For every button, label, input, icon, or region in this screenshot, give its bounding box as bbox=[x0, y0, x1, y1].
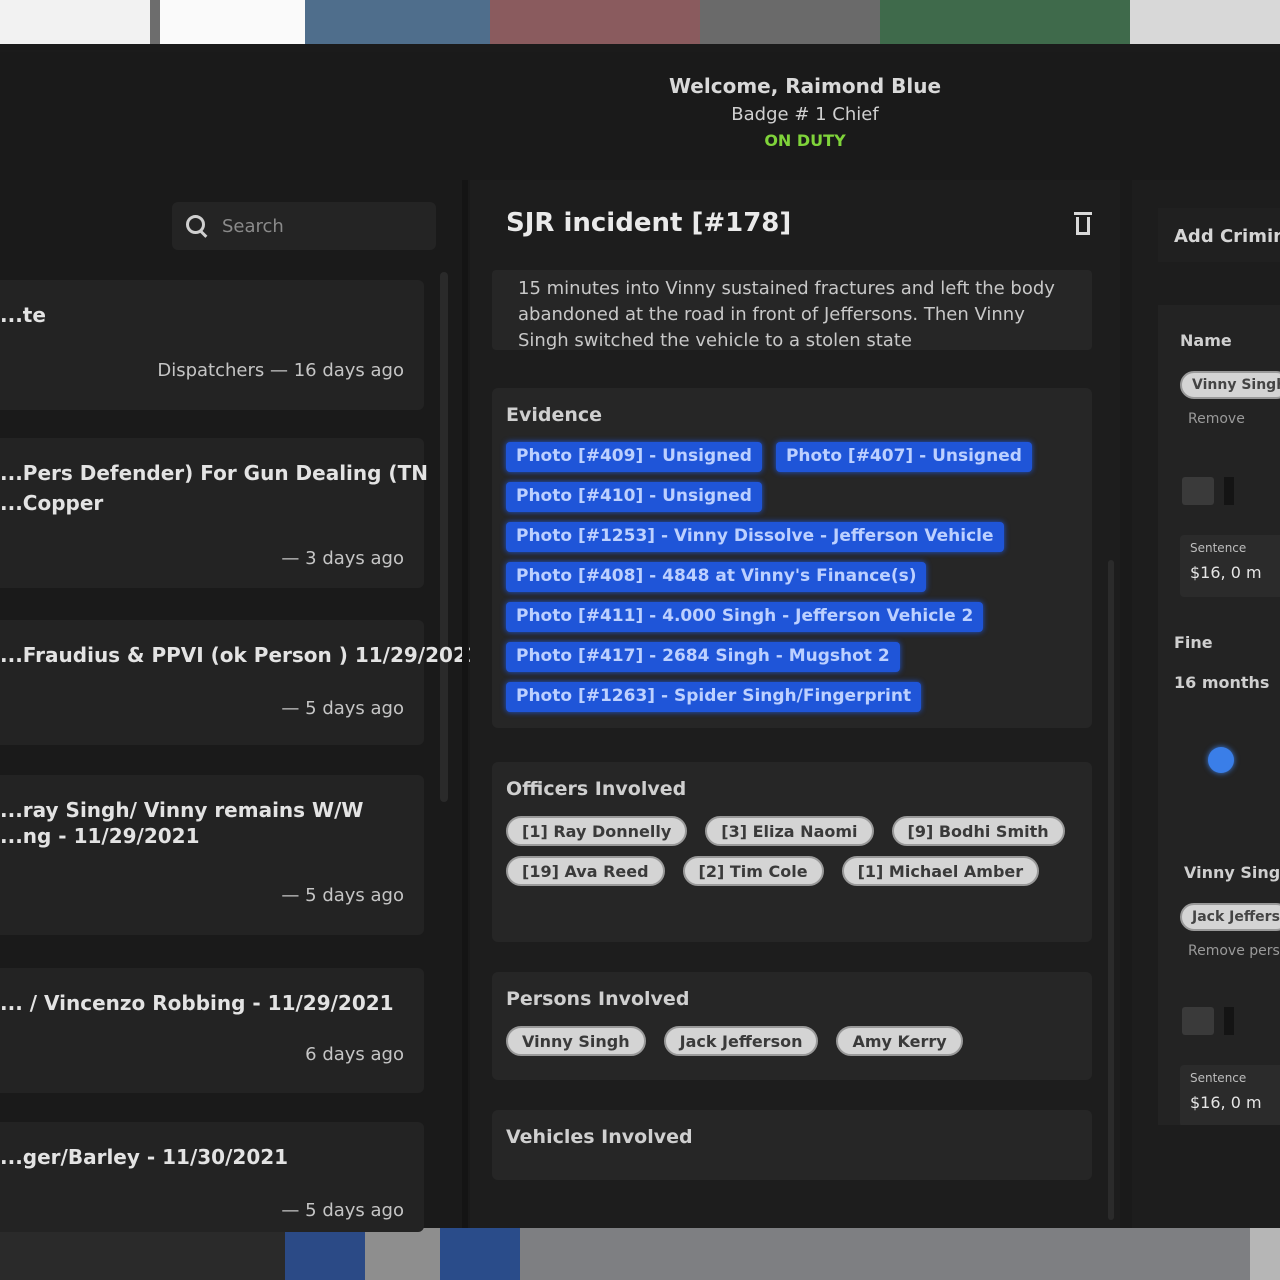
criminal-name-label: Name bbox=[1180, 331, 1232, 350]
incident-meta: — 5 days ago bbox=[281, 885, 404, 906]
trash-icon[interactable] bbox=[1074, 210, 1092, 236]
incident-title: ...Pers Defender) For Gun Dealing (TN bbox=[0, 461, 428, 485]
column-divider bbox=[462, 180, 468, 1228]
officers-title: Officers Involved bbox=[506, 778, 687, 800]
officer-chip[interactable]: [2] Tim Cole bbox=[682, 856, 824, 886]
incident-item[interactable]: ...ger/Barley - 11/30/2021 — 5 days ago bbox=[0, 1122, 424, 1232]
person-chip[interactable]: Vinny Singh bbox=[506, 1026, 646, 1056]
incident-meta: — 5 days ago bbox=[281, 698, 404, 719]
evidence-chip[interactable]: Photo [#1263] - Spider Singh/Fingerprint bbox=[506, 682, 922, 712]
evidence-chip[interactable]: Photo [#411] - 4.000 Singh - Jefferson V… bbox=[506, 602, 984, 632]
officer-chip[interactable]: [3] Eliza Naomi bbox=[705, 816, 874, 846]
search-icon bbox=[186, 215, 208, 237]
incident-item[interactable]: ... / Vincenzo Robbing - 11/29/2021 6 da… bbox=[0, 968, 424, 1093]
officers-card: Officers Involved [1] Ray Donnelly [3] E… bbox=[492, 762, 1092, 942]
incident-meta: 6 days ago bbox=[305, 1044, 404, 1065]
background-scene-top bbox=[0, 0, 1280, 44]
officer-chip[interactable]: [19] Ava Reed bbox=[506, 856, 665, 886]
persons-list: Vinny Singh Jack Jefferson Amy Kerry bbox=[506, 1026, 1066, 1056]
evidence-chip[interactable]: Photo [#1253] - Vinny Dissolve - Jeffers… bbox=[506, 522, 1004, 552]
incident-detail-panel: SJR incident [#178] 15 minutes into Vinn… bbox=[470, 180, 1120, 1228]
incident-item[interactable]: ...te Dispatchers — 16 days ago bbox=[0, 280, 424, 410]
add-criminal-button[interactable]: Add Criminal bbox=[1158, 208, 1280, 262]
evidence-title: Evidence bbox=[506, 404, 603, 426]
criminal-entries: Name Vinny Singh Remove Sentence $16, 0 … bbox=[1158, 305, 1280, 1125]
sentence-value: $16, 0 m bbox=[1190, 563, 1262, 582]
persons-card: Persons Involved Vinny Singh Jack Jeffer… bbox=[492, 972, 1092, 1080]
incident-meta: Dispatchers — 16 days ago bbox=[157, 360, 404, 381]
evidence-chip[interactable]: Photo [#410] - Unsigned bbox=[506, 482, 762, 512]
evidence-card: Evidence Photo [#409] - Unsigned Photo [… bbox=[492, 388, 1092, 728]
fine-label: Fine bbox=[1174, 633, 1213, 652]
officers-list: [1] Ray Donnelly [3] Eliza Naomi [9] Bod… bbox=[506, 816, 1066, 886]
remove-criminal-link[interactable]: Remove bbox=[1188, 411, 1245, 427]
incident-item[interactable]: ...Fraudius & PPVI (ok Person ) 11/29/20… bbox=[0, 620, 481, 745]
evidence-chip[interactable]: Photo [#417] - 2684 Singh - Mugshot 2 bbox=[506, 642, 900, 672]
person-chip[interactable]: Amy Kerry bbox=[836, 1026, 963, 1056]
criminal-radio[interactable] bbox=[1208, 747, 1234, 773]
sentence-box-2[interactable]: Sentence $16, 0 m bbox=[1180, 1065, 1280, 1125]
detail-scrollbar[interactable] bbox=[1108, 560, 1114, 1220]
sentence-box[interactable]: Sentence $16, 0 m bbox=[1180, 535, 1280, 597]
mdt-window: Welcome, Raimond Blue Badge # 1 Chief ON… bbox=[0, 52, 1280, 1232]
header: Welcome, Raimond Blue Badge # 1 Chief ON… bbox=[0, 52, 1280, 172]
criminal-checkbox[interactable] bbox=[1182, 477, 1234, 505]
duty-status[interactable]: ON DUTY bbox=[764, 131, 845, 150]
search-box[interactable] bbox=[172, 202, 436, 250]
sentence-label-2: Sentence bbox=[1190, 1071, 1247, 1085]
incident-title: ...Fraudius & PPVI (ok Person ) 11/29/20… bbox=[0, 643, 481, 667]
incident-title: ...te bbox=[0, 303, 46, 327]
incident-meta: — 3 days ago bbox=[281, 548, 404, 569]
remove-person-link[interactable]: Remove person bbox=[1188, 943, 1280, 959]
evidence-list: Photo [#409] - Unsigned Photo [#407] - U… bbox=[506, 442, 1066, 712]
incident-title: ... / Vincenzo Robbing - 11/29/2021 bbox=[0, 991, 394, 1015]
fine-value: 16 months bbox=[1174, 673, 1270, 692]
welcome-text: Welcome, Raimond Blue bbox=[668, 74, 942, 98]
incident-meta: — 5 days ago bbox=[281, 1200, 404, 1221]
criminal-name-label-2: Vinny Singh bbox=[1184, 863, 1280, 882]
evidence-chip[interactable]: Photo [#409] - Unsigned bbox=[506, 442, 762, 472]
search-input[interactable] bbox=[222, 215, 412, 237]
person-chip[interactable]: Jack Jefferson bbox=[663, 1026, 819, 1056]
vehicles-card: Vehicles Involved bbox=[492, 1110, 1092, 1180]
officer-chip[interactable]: [1] Ray Donnelly bbox=[506, 816, 688, 846]
evidence-chip[interactable]: Photo [#407] - Unsigned bbox=[775, 442, 1032, 472]
criminal-name-chip-2[interactable]: Jack Jefferson bbox=[1180, 903, 1280, 931]
incident-title-line2: ...ng - 11/29/2021 bbox=[0, 824, 200, 848]
vehicles-title: Vehicles Involved bbox=[506, 1126, 693, 1148]
evidence-chip[interactable]: Photo [#408] - 4848 at Vinny's Finance(s… bbox=[506, 562, 927, 592]
incident-item[interactable]: ...Pers Defender) For Gun Dealing (TN ..… bbox=[0, 438, 428, 588]
sentence-value-2: $16, 0 m bbox=[1190, 1093, 1262, 1112]
incident-list-panel: ...te Dispatchers — 16 days ago ...Pers … bbox=[0, 180, 481, 1232]
sentence-label: Sentence bbox=[1190, 541, 1247, 555]
badge-text: Badge # 1 Chief bbox=[731, 104, 879, 125]
criminal-name-chip[interactable]: Vinny Singh bbox=[1180, 371, 1280, 399]
background-scene-bottom bbox=[0, 1228, 1280, 1280]
persons-title: Persons Involved bbox=[506, 988, 690, 1010]
criminals-panel: Add Criminal Name Vinny Singh Remove Sen… bbox=[1132, 180, 1280, 1228]
officer-chip[interactable]: [9] Bodhi Smith bbox=[891, 816, 1065, 846]
incident-detail-title: SJR incident [#178] bbox=[506, 208, 792, 238]
incident-list-scrollbar[interactable] bbox=[440, 272, 448, 802]
main-body: ...te Dispatchers — 16 days ago ...Pers … bbox=[0, 180, 1280, 1232]
incident-description[interactable]: 15 minutes into Vinny sustained fracture… bbox=[492, 270, 1092, 350]
incident-title-line2: ...Copper bbox=[0, 491, 104, 515]
criminal-checkbox-2[interactable] bbox=[1182, 1007, 1234, 1035]
incident-title: ...ger/Barley - 11/30/2021 bbox=[0, 1145, 289, 1169]
incident-item[interactable]: ...ray Singh/ Vinny remains W/W ...ng - … bbox=[0, 775, 424, 935]
officer-chip[interactable]: [1] Michael Amber bbox=[841, 856, 1040, 886]
